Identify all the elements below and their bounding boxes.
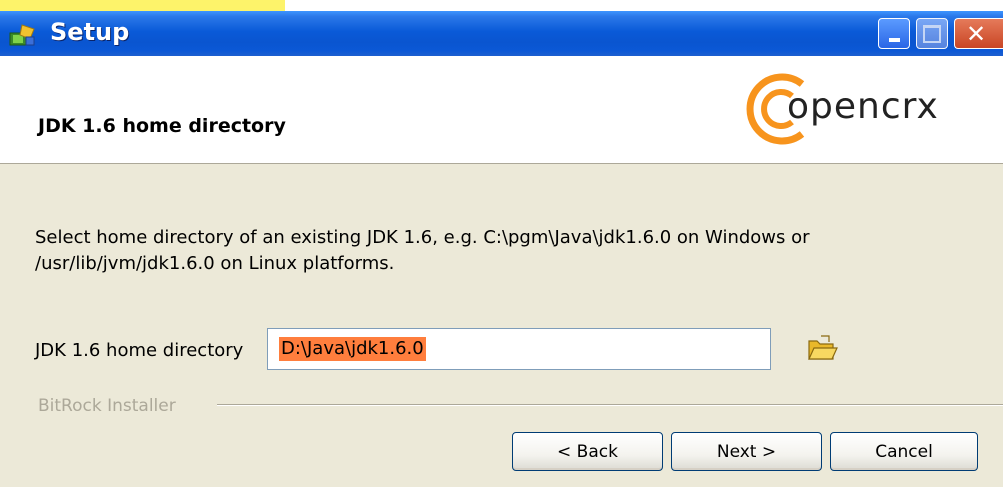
- back-button[interactable]: < Back: [512, 432, 663, 471]
- title-bar[interactable]: Setup ✕: [0, 11, 1003, 56]
- open-folder-icon: [808, 335, 838, 360]
- close-icon: ✕: [965, 19, 987, 48]
- cancel-button[interactable]: Cancel: [830, 432, 978, 471]
- highlight-strip: [0, 0, 285, 11]
- opencrx-logo: opencrx: [740, 66, 1003, 151]
- minimize-button[interactable]: [878, 18, 910, 49]
- close-button[interactable]: ✕: [954, 18, 1003, 49]
- jdk-directory-input[interactable]: D:\Java\jdk1.6.0: [267, 328, 771, 370]
- jdk-directory-label: JDK 1.6 home directory: [35, 340, 244, 361]
- setup-app-icon: [9, 24, 35, 46]
- browse-folder-button[interactable]: [805, 331, 839, 365]
- wizard-header: JDK 1.6 home directory opencrx: [0, 56, 1003, 164]
- page-heading: JDK 1.6 home directory: [38, 115, 286, 137]
- installer-brand-label: BitRock Installer: [38, 396, 176, 416]
- instruction-text: Select home directory of an existing JDK…: [35, 227, 810, 274]
- maximize-button[interactable]: [916, 18, 948, 49]
- minimize-icon: [888, 37, 900, 42]
- cropped-top-strip: [0, 0, 1003, 11]
- next-button[interactable]: Next >: [671, 432, 822, 471]
- window-title: Setup: [50, 18, 130, 46]
- logo-text: opencrx: [787, 86, 939, 127]
- footer-divider: [217, 404, 1003, 406]
- maximize-icon: [923, 24, 941, 43]
- setup-window: Setup ✕ JDK 1.6 home directory opencrx S…: [0, 11, 1003, 487]
- jdk-directory-value: D:\Java\jdk1.6.0: [279, 337, 426, 361]
